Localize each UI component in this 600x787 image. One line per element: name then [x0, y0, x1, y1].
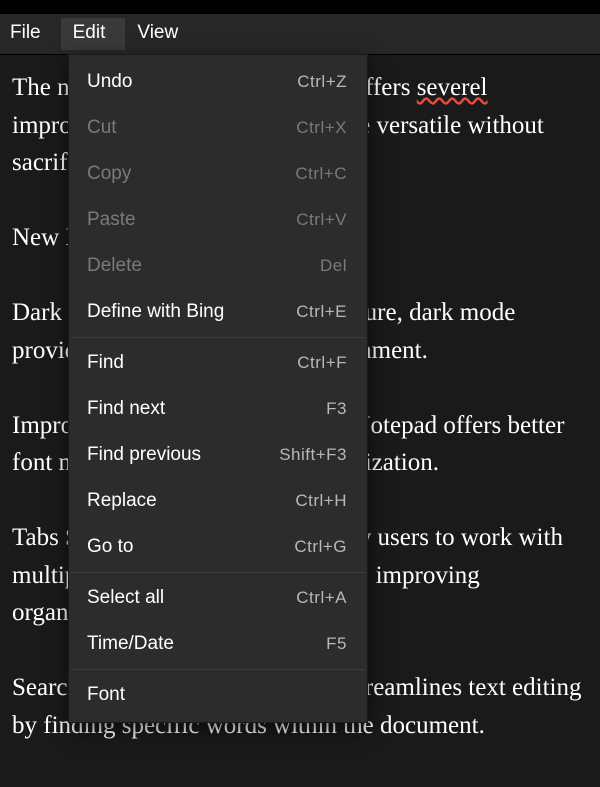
- menu-item-label: Find: [87, 352, 124, 374]
- menu-item-label: Select all: [87, 587, 164, 609]
- menu-item-label: Cut: [87, 117, 117, 139]
- menu-item-replace[interactable]: Replace Ctrl+H: [69, 478, 367, 524]
- menu-item-shortcut: Ctrl+A: [296, 588, 347, 608]
- menu-item-define-with-bing[interactable]: Define with Bing Ctrl+E: [69, 289, 367, 335]
- menu-separator: [71, 337, 365, 338]
- menu-separator: [71, 669, 365, 670]
- menu-item-cut: Cut Ctrl+X: [69, 105, 367, 151]
- menu-item-paste: Paste Ctrl+V: [69, 197, 367, 243]
- menu-edit[interactable]: Edit: [61, 18, 126, 50]
- menu-item-font[interactable]: Font: [69, 672, 367, 718]
- menu-item-label: Copy: [87, 163, 131, 185]
- menu-item-label: Find next: [87, 398, 165, 420]
- menubar: File Edit View: [0, 14, 600, 55]
- menu-view[interactable]: View: [125, 18, 198, 50]
- menu-item-shortcut: Ctrl+E: [296, 302, 347, 322]
- menu-item-label: Replace: [87, 490, 157, 512]
- menu-item-copy: Copy Ctrl+C: [69, 151, 367, 197]
- menu-item-label: Font: [87, 684, 125, 706]
- menu-item-label: Find previous: [87, 444, 201, 466]
- menu-item-undo[interactable]: Undo Ctrl+Z: [69, 59, 367, 105]
- menu-item-label: Paste: [87, 209, 136, 231]
- menu-item-shortcut: Ctrl+V: [296, 210, 347, 230]
- menu-item-time-date[interactable]: Time/Date F5: [69, 621, 367, 667]
- menu-item-shortcut: F5: [326, 634, 347, 654]
- menu-item-shortcut: F3: [326, 399, 347, 419]
- menu-item-shortcut: Del: [320, 256, 347, 276]
- menu-item-shortcut: Ctrl+C: [295, 164, 347, 184]
- menu-item-shortcut: Ctrl+H: [295, 491, 347, 511]
- menu-item-shortcut: Ctrl+G: [294, 537, 347, 557]
- menu-item-label: Delete: [87, 255, 142, 277]
- menu-separator: [71, 572, 365, 573]
- menu-item-label: Go to: [87, 536, 133, 558]
- menu-item-label: Undo: [87, 71, 132, 93]
- menu-file[interactable]: File: [0, 18, 61, 50]
- menu-item-select-all[interactable]: Select all Ctrl+A: [69, 575, 367, 621]
- menu-item-label: Define with Bing: [87, 301, 224, 323]
- menu-item-go-to[interactable]: Go to Ctrl+G: [69, 524, 367, 570]
- titlebar-strip: [0, 0, 600, 14]
- menu-item-shortcut: Shift+F3: [279, 445, 347, 465]
- menu-item-find[interactable]: Find Ctrl+F: [69, 340, 367, 386]
- menu-item-delete: Delete Del: [69, 243, 367, 289]
- menu-item-find-next[interactable]: Find next F3: [69, 386, 367, 432]
- menu-item-shortcut: Ctrl+Z: [297, 72, 347, 92]
- edit-dropdown: Undo Ctrl+Z Cut Ctrl+X Copy Ctrl+C Paste Ctrl+V…: [68, 54, 368, 723]
- menu-item-label: Time/Date: [87, 633, 174, 655]
- menu-item-find-previous[interactable]: Find previous Shift+F3: [69, 432, 367, 478]
- menu-item-shortcut: Ctrl+X: [296, 118, 347, 138]
- menu-item-shortcut: Ctrl+F: [297, 353, 347, 373]
- misspelled-word: severel: [417, 74, 488, 101]
